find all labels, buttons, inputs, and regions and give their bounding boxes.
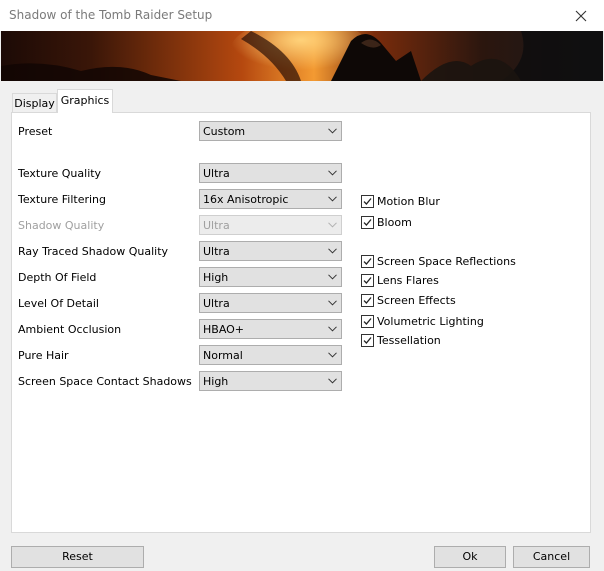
- depth-of-field-select[interactable]: High: [199, 267, 342, 287]
- level-of-detail-label: Level Of Detail: [18, 297, 99, 310]
- depth-of-field-label: Depth Of Field: [18, 271, 97, 284]
- screen-effects-label: Screen Effects: [377, 294, 456, 307]
- checkmark-icon: [363, 219, 372, 226]
- tab-graphics[interactable]: Graphics: [57, 89, 113, 113]
- screen-space-contact-shadows-label: Screen Space Contact Shadows: [18, 375, 192, 388]
- ambient-occlusion-value: HBAO+: [203, 323, 245, 336]
- checkbox-box[interactable]: [361, 315, 374, 328]
- ray-traced-shadow-quality-select[interactable]: Ultra: [199, 241, 342, 261]
- texture-quality-value: Ultra: [203, 167, 230, 180]
- ambient-occlusion-label: Ambient Occlusion: [18, 323, 122, 336]
- cancel-button[interactable]: Cancel: [513, 546, 590, 568]
- chevron-down-icon: [328, 248, 337, 254]
- close-button[interactable]: [558, 0, 604, 31]
- chevron-down-icon: [328, 196, 337, 202]
- title-bar: Shadow of the Tomb Raider Setup: [0, 0, 604, 31]
- checkbox-box[interactable]: [361, 255, 374, 268]
- checkbox-box[interactable]: [361, 274, 374, 287]
- checkbox-box[interactable]: [361, 294, 374, 307]
- pure-hair-select[interactable]: Normal: [199, 345, 342, 365]
- bloom-label: Bloom: [377, 216, 412, 229]
- ray-traced-shadow-quality-value: Ultra: [203, 245, 230, 258]
- volumetric-lighting-label: Volumetric Lighting: [377, 315, 484, 328]
- checkmark-icon: [363, 198, 372, 205]
- chevron-down-icon: [328, 222, 337, 228]
- checkmark-icon: [363, 337, 372, 344]
- checkbox-box[interactable]: [361, 216, 374, 229]
- ok-button[interactable]: Ok: [434, 546, 506, 568]
- texture-quality-label: Texture Quality: [18, 167, 102, 180]
- level-of-detail-value: Ultra: [203, 297, 230, 310]
- preset-select[interactable]: Custom: [199, 121, 342, 141]
- checkmark-icon: [363, 318, 372, 325]
- lens-flares-label: Lens Flares: [377, 274, 439, 287]
- chevron-down-icon: [328, 326, 337, 332]
- chevron-down-icon: [328, 170, 337, 176]
- checkmark-icon: [363, 258, 372, 265]
- level-of-detail-select[interactable]: Ultra: [199, 293, 342, 313]
- checkbox-box[interactable]: [361, 195, 374, 208]
- texture-filtering-value: 16x Anisotropic: [203, 193, 289, 206]
- tessellation-label: Tessellation: [377, 334, 441, 347]
- checkbox-box[interactable]: [361, 334, 374, 347]
- chevron-down-icon: [328, 378, 337, 384]
- reset-button[interactable]: Reset: [11, 546, 144, 568]
- chevron-down-icon: [328, 128, 337, 134]
- pure-hair-label: Pure Hair: [18, 349, 69, 362]
- ray-traced-shadow-quality-label: Ray Traced Shadow Quality: [18, 245, 169, 258]
- chevron-down-icon: [328, 352, 337, 358]
- motion-blur-label: Motion Blur: [377, 195, 440, 208]
- shadow-quality-value: Ultra: [203, 219, 230, 232]
- window-title: Shadow of the Tomb Raider Setup: [9, 8, 213, 22]
- screen-space-contact-shadows-value: High: [203, 375, 229, 388]
- pure-hair-value: Normal: [203, 349, 243, 362]
- checkmark-icon: [363, 277, 372, 284]
- preset-label: Preset: [18, 125, 53, 138]
- texture-filtering-select[interactable]: 16x Anisotropic: [199, 189, 342, 209]
- depth-of-field-value: High: [203, 271, 229, 284]
- texture-filtering-label: Texture Filtering: [18, 193, 107, 206]
- texture-quality-select[interactable]: Ultra: [199, 163, 342, 183]
- game-banner-image: [1, 31, 603, 81]
- chevron-down-icon: [328, 300, 337, 306]
- preset-value: Custom: [203, 125, 246, 138]
- shadow-quality-label: Shadow Quality: [18, 219, 105, 232]
- chevron-down-icon: [328, 274, 337, 280]
- tab-display[interactable]: Display: [12, 93, 57, 113]
- ambient-occlusion-select[interactable]: HBAO+: [199, 319, 342, 339]
- shadow-quality-select: Ultra: [199, 215, 342, 235]
- screen-space-contact-shadows-select[interactable]: High: [199, 371, 342, 391]
- screen-space-reflections-label: Screen Space Reflections: [377, 255, 516, 268]
- checkmark-icon: [363, 297, 372, 304]
- close-icon: [575, 10, 587, 21]
